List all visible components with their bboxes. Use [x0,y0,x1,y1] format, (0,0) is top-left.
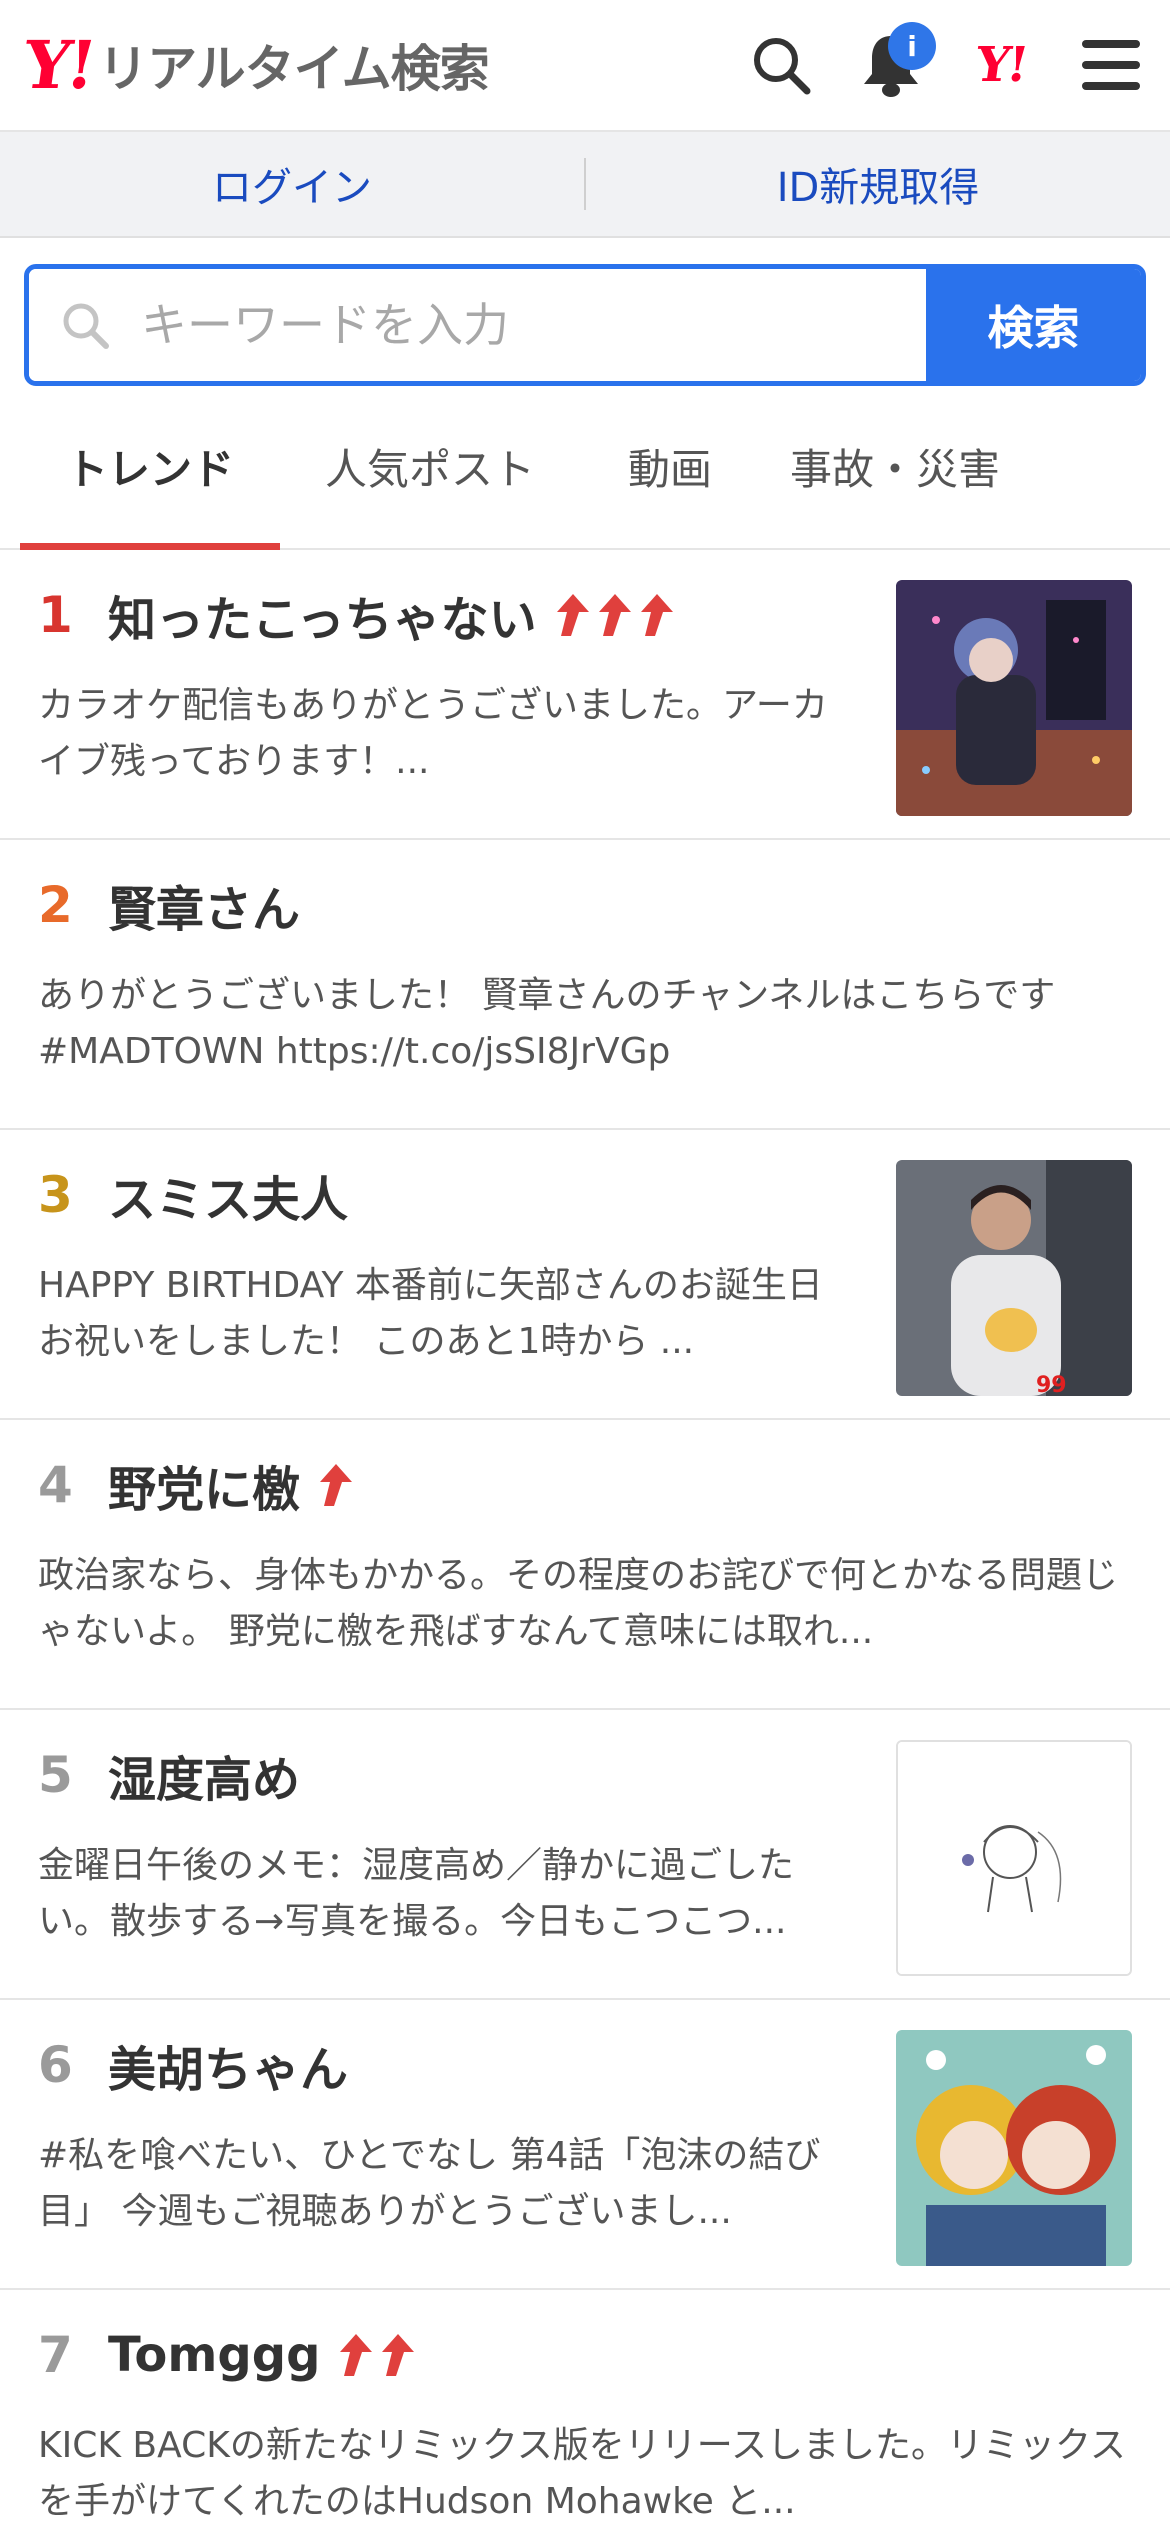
trend-description: ありがとうございました！ 賢章さんのチャンネルはこちらです #MADTOWN h… [38,975,1056,1072]
trend-item[interactable]: 4 野党に檄 政治家なら、身体もかかる。その程度のお詫びで何とかなる問題じゃない… [0,1420,1170,1710]
notification-badge: i [888,22,936,70]
yahoo-small-logo: Y! [972,37,1030,93]
trend-title: 湿度高め [108,1752,301,1808]
trend-thumbnail[interactable] [896,580,1132,816]
trend-description: カラオケ配信もありがとうございました。アーカイブ残っております！... [38,685,828,782]
trend-description: #私を喰べたい、ひとでなし 第4話「泡沫の結び目」 今週もご視聴ありがとうござい… [38,2135,821,2232]
rise-arrow-icon [598,594,631,636]
search-field[interactable] [29,269,926,381]
search-icon [754,38,811,95]
trend-description: HAPPY BIRTHDAY 本番前に矢部さんのお誕生日お祝いをしました！ この… [38,1265,823,1362]
trend-thumbnail[interactable] [896,1740,1132,1976]
anime-duo-image [896,2030,1132,2266]
anime-illustration-image [896,580,1132,816]
rise-arrows [551,592,675,638]
logo-text: リアルタイム検索 [98,40,489,98]
tab-accidents-disasters[interactable]: 事故・災害 [760,384,1030,548]
trend-item[interactable]: 5 湿度高め 金曜日午後のメモ：湿度高め／静かに過ごしたい。散歩する→写真を撮る… [0,1710,1170,2000]
category-tabs: トレンド 人気ポスト 動画 事故・災害 [0,386,1170,550]
register-link[interactable]: ID新規取得 [586,155,1170,213]
person-photo-image: 99 [896,1160,1132,1396]
rise-arrow-icon [382,2334,415,2376]
header-actions: i Y! [746,22,1146,100]
search-input[interactable] [141,298,841,352]
login-bar: ログイン ID新規取得 [0,132,1170,238]
rise-arrow-icon [320,1464,353,1506]
trend-rank: 5 [38,1746,73,1804]
rise-arrow-icon [556,594,589,636]
hamburger-menu-icon [1082,40,1140,90]
trend-rank: 7 [38,2326,73,2384]
trend-rank: 3 [38,1166,73,1224]
rise-arrow-icon [340,2334,373,2376]
tab-popular-posts[interactable]: 人気ポスト [280,384,580,548]
trend-list: 1 知ったこっちゃない カラオケ配信もありがとうございました。アーカイブ残ってお… [0,550,1170,2532]
yahoo-home-button[interactable]: Y! [966,30,1036,100]
search-box: 検索 [24,264,1146,386]
trend-title: 野党に檄 [108,1462,301,1518]
search-button[interactable] [746,30,816,100]
rise-arrows [334,2332,416,2378]
login-link[interactable]: ログイン [0,155,584,213]
search-section: 検索 [0,238,1170,386]
yahoo-realtime-logo[interactable]: Y! リアルタイム検索 [19,26,490,104]
tab-videos[interactable]: 動画 [580,384,760,548]
trend-item[interactable]: 7 Tomggg KICK BACKの新たなリミックス版をリリースしました。リミ… [0,2290,1170,2532]
notification-button[interactable]: i [856,22,936,100]
trend-item[interactable]: 3 スミス夫人 HAPPY BIRTHDAY 本番前に矢部さんのお誕生日お祝いを… [0,1130,1170,1420]
trend-item[interactable]: 6 美胡ちゃん #私を喰べたい、ひとでなし 第4話「泡沫の結び目」 今週もご視聴… [0,2000,1170,2290]
tab-trend[interactable]: トレンド [20,384,280,550]
trend-item[interactable]: 2 賢章さん ありがとうございました！ 賢章さんのチャンネルはこちらです #MA… [0,840,1170,1130]
search-field-icon [63,303,109,349]
trend-title: 美胡ちゃん [108,2042,349,2098]
trend-title: 賢章さん [108,882,301,938]
trend-description: 金曜日午後のメモ：湿度高め／静かに過ごしたい。散歩する→写真を撮る。今日もこつこ… [38,1845,795,1942]
svg-text:99: 99 [1036,1373,1067,1396]
trend-title: スミス夫人 [108,1172,349,1228]
trend-thumbnail[interactable] [896,2030,1132,2266]
trend-thumbnail[interactable]: 99 [896,1160,1132,1396]
trend-item[interactable]: 1 知ったこっちゃない カラオケ配信もありがとうございました。アーカイブ残ってお… [0,550,1170,840]
trend-description: 政治家なら、身体もかかる。その程度のお詫びで何とかなる問題じゃないよ。 野党に檄… [38,1555,1119,1652]
trend-rank: 1 [38,586,73,644]
trend-rank: 2 [38,876,73,934]
search-submit-button[interactable]: 検索 [926,269,1141,381]
menu-button[interactable] [1076,30,1146,100]
app-header: Y! リアルタイム検索 i Y! [0,0,1170,132]
rise-arrows [314,1462,354,1508]
trend-description: KICK BACKの新たなリミックス版をリリースしました。リミックスを手がけてく… [38,2425,1126,2522]
trend-rank: 6 [38,2036,73,2094]
trend-rank: 4 [38,1456,73,1514]
rise-arrow-icon [640,594,673,636]
sketch-drawing-image [898,1742,1130,1974]
trend-title: Tomggg [108,2327,321,2383]
trend-title: 知ったこっちゃない [108,592,537,648]
yahoo-logo-mark: Y! [18,26,98,104]
